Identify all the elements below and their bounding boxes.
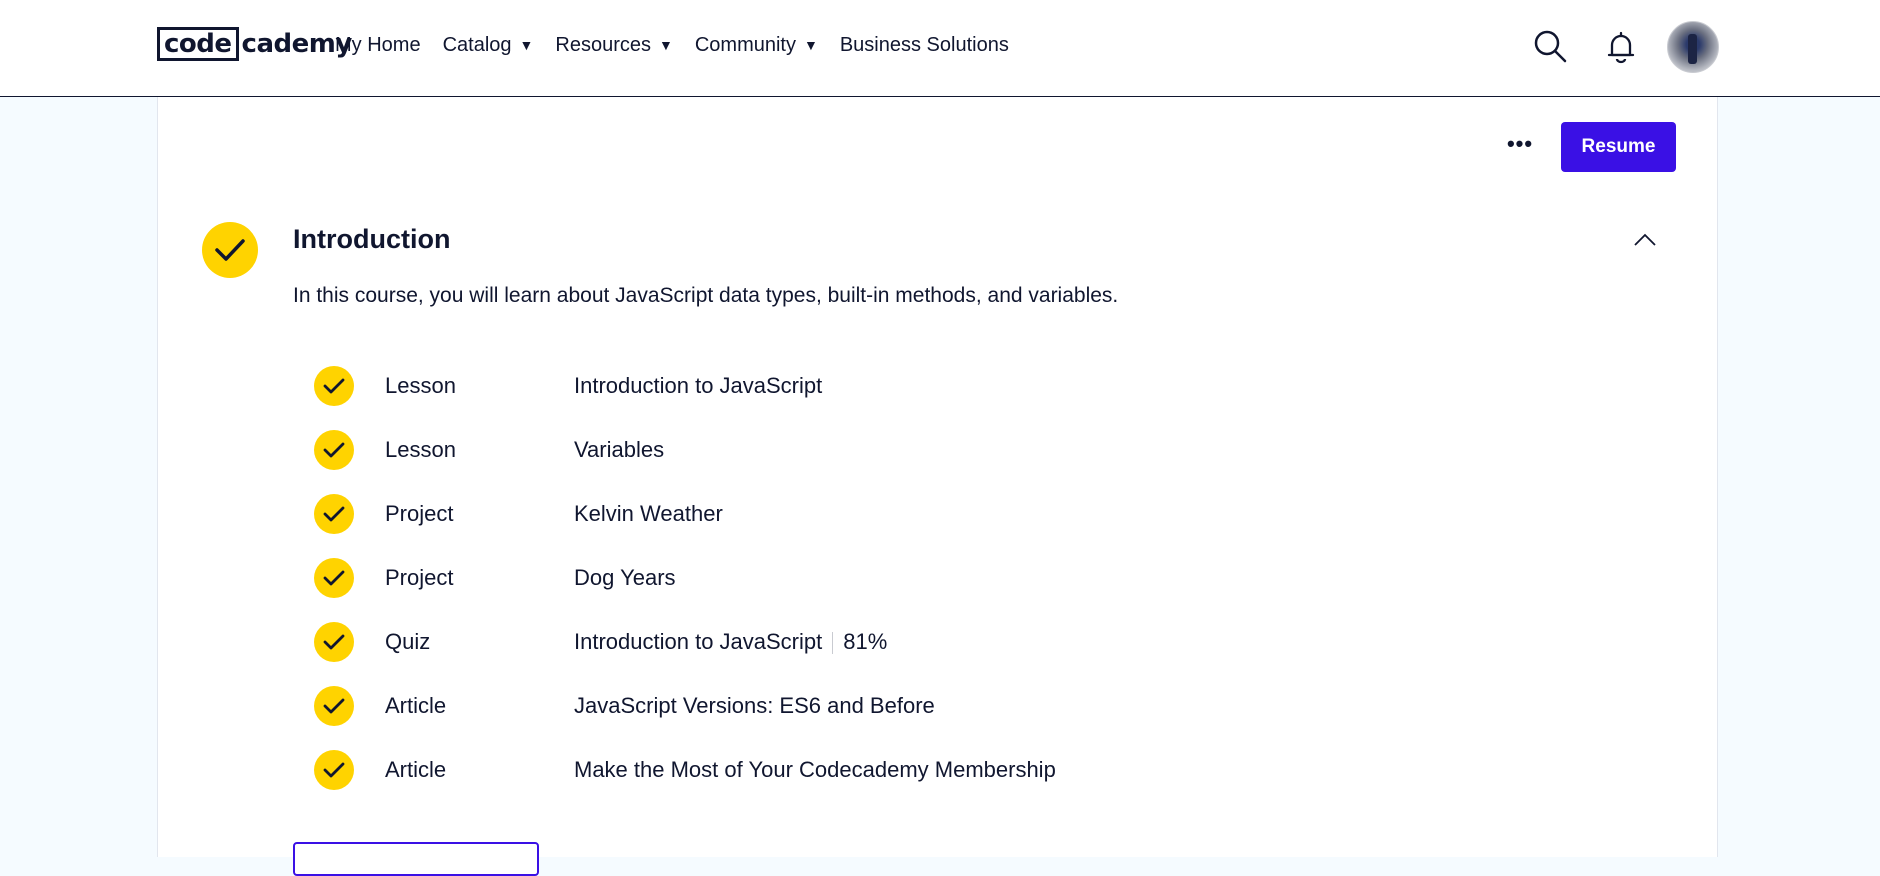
avatar[interactable] (1667, 21, 1719, 73)
item-title[interactable]: Introduction to JavaScript 81% (574, 629, 887, 655)
nav-business-solutions[interactable]: Business Solutions (840, 30, 1009, 60)
codecademy-logo[interactable]: code cademy (157, 26, 352, 62)
top-header: code cademy My Home Catalog ▼ Resources ▼… (0, 0, 1880, 97)
nav-my-home[interactable]: My Home (335, 30, 421, 60)
main-nav: My Home Catalog ▼ Resources ▼ Community … (335, 30, 1031, 60)
logo-box-text: code (157, 27, 239, 61)
nav-community-label: Community (694, 34, 796, 56)
check-icon (314, 366, 354, 406)
item-title[interactable]: Dog Years (574, 565, 676, 591)
caret-down-icon: ▼ (519, 37, 534, 53)
check-icon (314, 558, 354, 598)
item-type: Project (385, 565, 454, 590)
score-divider (832, 632, 834, 655)
check-icon (314, 686, 354, 726)
list-item[interactable]: Project Dog Years (314, 558, 1214, 598)
nav-resources-label: Resources (555, 34, 651, 56)
search-icon[interactable] (1533, 29, 1567, 63)
item-type: Project (385, 501, 454, 526)
nav-catalog-label: Catalog (442, 34, 512, 56)
item-type: Article (385, 693, 447, 718)
item-type: Article (385, 757, 447, 782)
nav-resources[interactable]: Resources ▼ (555, 30, 672, 60)
nav-business-solutions-label: Business Solutions (839, 34, 1009, 56)
item-title[interactable]: Introduction to JavaScript (574, 373, 822, 399)
list-item[interactable]: Article JavaScript Versions: ES6 and Bef… (314, 686, 1214, 726)
item-title[interactable]: JavaScript Versions: ES6 and Before (574, 693, 935, 719)
chevron-up-icon[interactable] (1633, 228, 1657, 252)
item-title[interactable]: Make the Most of Your Codecademy Members… (574, 757, 1056, 783)
item-type: Lesson (385, 373, 456, 398)
list-item[interactable]: Article Make the Most of Your Codecademy… (314, 750, 1214, 790)
quiz-score: 81% (843, 629, 888, 654)
section-action-button[interactable] (293, 842, 539, 876)
check-icon (202, 222, 258, 278)
course-section-card (157, 97, 1718, 857)
list-item[interactable]: Quiz Introduction to JavaScript 81% (314, 622, 1214, 662)
section-title: Introduction (293, 224, 451, 254)
section-description: In this course, you will learn about Jav… (293, 284, 1119, 307)
list-item[interactable]: Lesson Variables (314, 430, 1214, 470)
item-title-text: Introduction to JavaScript (574, 629, 823, 654)
nav-my-home-label: My Home (335, 34, 421, 56)
check-icon (314, 494, 354, 534)
nav-community[interactable]: Community ▼ (695, 30, 818, 60)
caret-down-icon: ▼ (803, 37, 818, 53)
caret-down-icon: ▼ (658, 37, 673, 53)
item-type: Quiz (385, 629, 431, 654)
item-title[interactable]: Variables (574, 437, 664, 463)
check-icon (314, 430, 354, 470)
bell-icon[interactable] (1604, 30, 1638, 64)
list-item[interactable]: Lesson Introduction to JavaScript (314, 366, 1214, 406)
resume-button[interactable]: Resume (1561, 122, 1676, 172)
list-item[interactable]: Project Kelvin Weather (314, 494, 1214, 534)
item-type: Lesson (385, 437, 456, 462)
item-title[interactable]: Kelvin Weather (574, 501, 723, 527)
more-options-button[interactable]: ••• (1507, 131, 1532, 156)
nav-catalog[interactable]: Catalog ▼ (443, 30, 534, 60)
check-icon (314, 622, 354, 662)
check-icon (314, 750, 354, 790)
